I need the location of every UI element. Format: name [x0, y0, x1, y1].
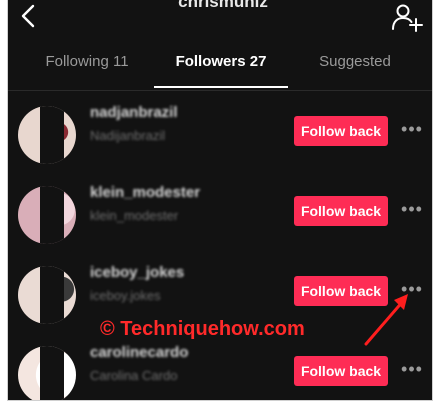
follower-name[interactable]: nadjanbrazil	[90, 104, 260, 126]
follower-handle: klein_modester	[90, 208, 179, 223]
red-arrow-icon	[364, 294, 408, 346]
profile-username: chrismuniz	[178, 0, 268, 11]
add-user-icon	[392, 4, 423, 32]
top-bar: chrismuniz	[8, 0, 432, 36]
follower-row[interactable]: klein_modester klein_modester Follow bac…	[8, 180, 432, 260]
tab-following[interactable]: Following 11	[28, 44, 146, 88]
tab-followers[interactable]: Followers 27	[154, 44, 288, 88]
follower-handle: Carolina Cardo	[90, 368, 178, 383]
avatar[interactable]	[18, 106, 76, 164]
chevron-left-icon	[21, 4, 35, 28]
active-tab-indicator	[154, 86, 288, 88]
avatar[interactable]	[18, 346, 76, 400]
screenshot-frame: chrismuniz Following 11 Followers 27 Sug…	[0, 0, 441, 408]
follow-back-button[interactable]: Follow back	[294, 116, 388, 146]
tab-suggested[interactable]: Suggested	[298, 44, 412, 88]
more-options-icon[interactable]: •••	[400, 200, 424, 220]
follower-name[interactable]: klein_modester	[90, 184, 260, 206]
avatar[interactable]	[18, 266, 76, 324]
add-user-button[interactable]	[390, 2, 424, 32]
follower-handle: Nadijanbrazil	[90, 128, 166, 143]
follower-handle: iceboy.jokes	[90, 288, 161, 303]
tab-bar: Following 11 Followers 27 Suggested	[8, 44, 432, 91]
follow-back-button[interactable]: Follow back	[294, 356, 388, 386]
followers-screen: chrismuniz Following 11 Followers 27 Sug…	[8, 0, 432, 400]
follower-name[interactable]: iceboy_jokes	[90, 264, 260, 286]
back-button[interactable]	[14, 2, 44, 32]
more-options-icon[interactable]: •••	[400, 120, 424, 140]
more-options-icon[interactable]: •••	[400, 360, 424, 380]
watermark: © Techniquehow.com	[100, 318, 305, 340]
follower-name[interactable]: carolinecardo	[90, 344, 260, 366]
follower-row[interactable]: nadjanbrazil Nadijanbrazil Follow back •…	[8, 100, 432, 180]
follow-back-button[interactable]: Follow back	[294, 196, 388, 226]
avatar[interactable]	[18, 186, 76, 244]
